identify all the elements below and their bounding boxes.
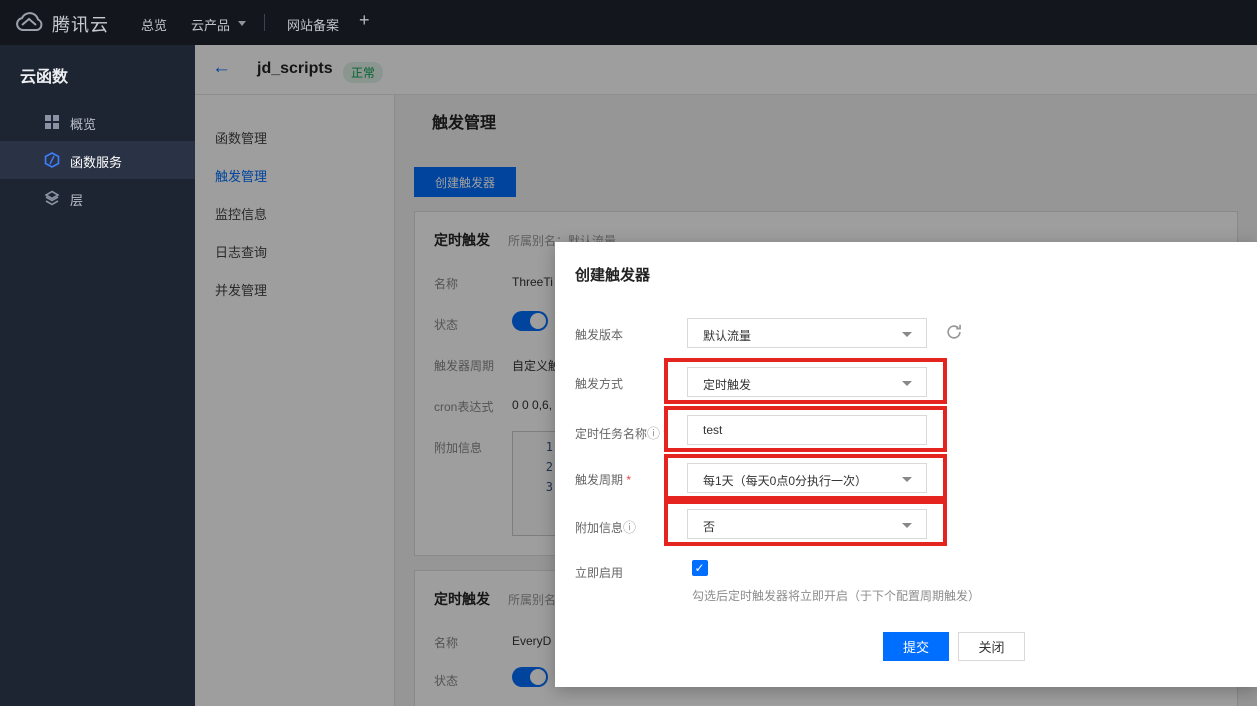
selected-value: 否	[703, 518, 715, 535]
sidebar-item-label: 层	[70, 190, 83, 209]
trigger-cycle-select[interactable]: 每1天（每天0点0分执行一次）	[687, 463, 927, 493]
info-icon[interactable]	[647, 426, 660, 441]
nav-overview[interactable]: 总览	[141, 15, 167, 34]
refresh-icon[interactable]	[945, 323, 963, 341]
sidebar-item-label: 函数服务	[70, 152, 122, 171]
add-tab-icon[interactable]: +	[359, 10, 370, 31]
field-label: 触发方式	[575, 375, 623, 392]
submit-button[interactable]: 提交	[883, 632, 949, 661]
label-text: 触发周期	[575, 473, 623, 487]
brand-name: 腾讯云	[52, 11, 109, 37]
info-icon[interactable]	[623, 520, 636, 535]
checkbox-helper-text: 勾选后定时触发器将立即开启（于下个配置周期触发）	[692, 587, 980, 604]
label-text: 附加信息	[575, 521, 623, 535]
sidebar-item-layers[interactable]: 层	[0, 179, 195, 217]
layers-icon	[44, 190, 60, 206]
selected-value: 默认流量	[703, 327, 751, 344]
product-sidebar: 云函数 概览 函数服务 层	[0, 45, 195, 706]
sidebar-item-function-service[interactable]: 函数服务	[0, 141, 195, 179]
modal-title: 创建触发器	[575, 264, 650, 285]
trigger-method-select[interactable]: 定时触发	[687, 367, 927, 397]
sidebar-item-overview[interactable]: 概览	[0, 103, 195, 141]
create-trigger-modal: 创建触发器 触发版本 默认流量 触发方式 定时触发 定时任务名称 * 触发周期 …	[555, 242, 1257, 687]
field-label: 定时任务名称 *	[575, 423, 668, 442]
trigger-version-select[interactable]: 默认流量	[687, 318, 927, 348]
nav-cloud-products[interactable]: 云产品	[191, 15, 230, 34]
required-asterisk: *	[626, 473, 631, 487]
field-label: 触发版本	[575, 326, 623, 343]
top-navbar: 腾讯云 总览 云产品 网站备案 +	[0, 0, 1257, 45]
sidebar-item-label: 概览	[70, 114, 96, 133]
sidebar-title: 云函数	[20, 63, 68, 87]
timer-task-name-input[interactable]	[687, 415, 927, 445]
close-button[interactable]: 关闭	[958, 632, 1025, 661]
grid-icon	[44, 114, 60, 130]
nav-icp-filing[interactable]: 网站备案	[287, 15, 339, 34]
tencent-cloud-logo-icon[interactable]	[14, 10, 44, 36]
selected-value: 定时触发	[703, 376, 751, 393]
required-asterisk: *	[663, 427, 668, 441]
field-label: 附加信息	[575, 517, 636, 536]
field-label: 触发周期 *	[575, 471, 631, 488]
nav-divider	[264, 14, 265, 31]
hexagon-function-icon	[44, 152, 60, 168]
label-text: 定时任务名称	[575, 427, 647, 441]
selected-value: 每1天（每天0点0分执行一次）	[703, 472, 867, 489]
extra-info-select[interactable]: 否	[687, 509, 927, 539]
enable-now-checkbox[interactable]	[692, 560, 708, 576]
field-label: 立即启用	[575, 564, 623, 581]
chevron-down-icon	[238, 21, 246, 26]
